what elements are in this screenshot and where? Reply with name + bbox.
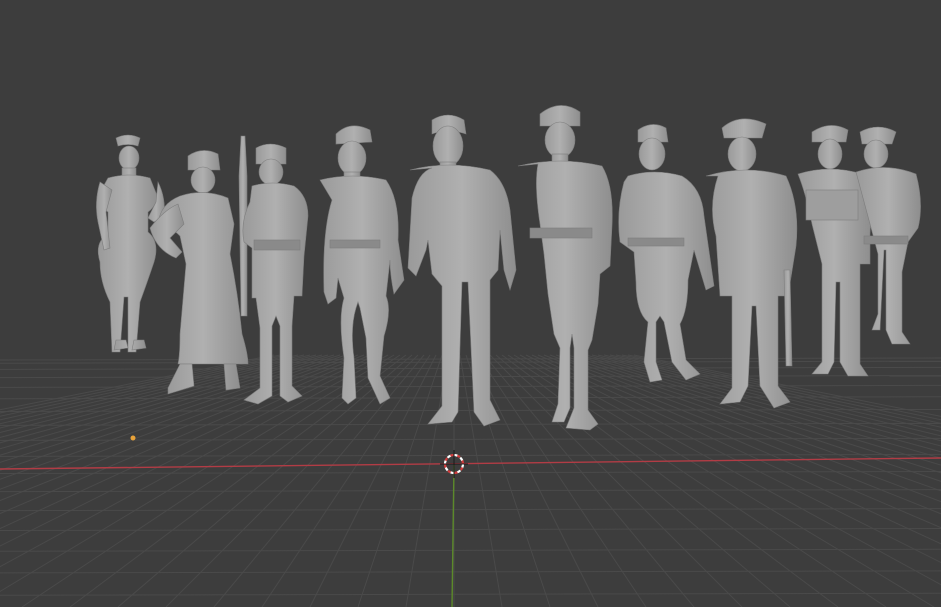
3d-viewport[interactable] [0, 0, 941, 607]
origin-dot [130, 435, 136, 441]
